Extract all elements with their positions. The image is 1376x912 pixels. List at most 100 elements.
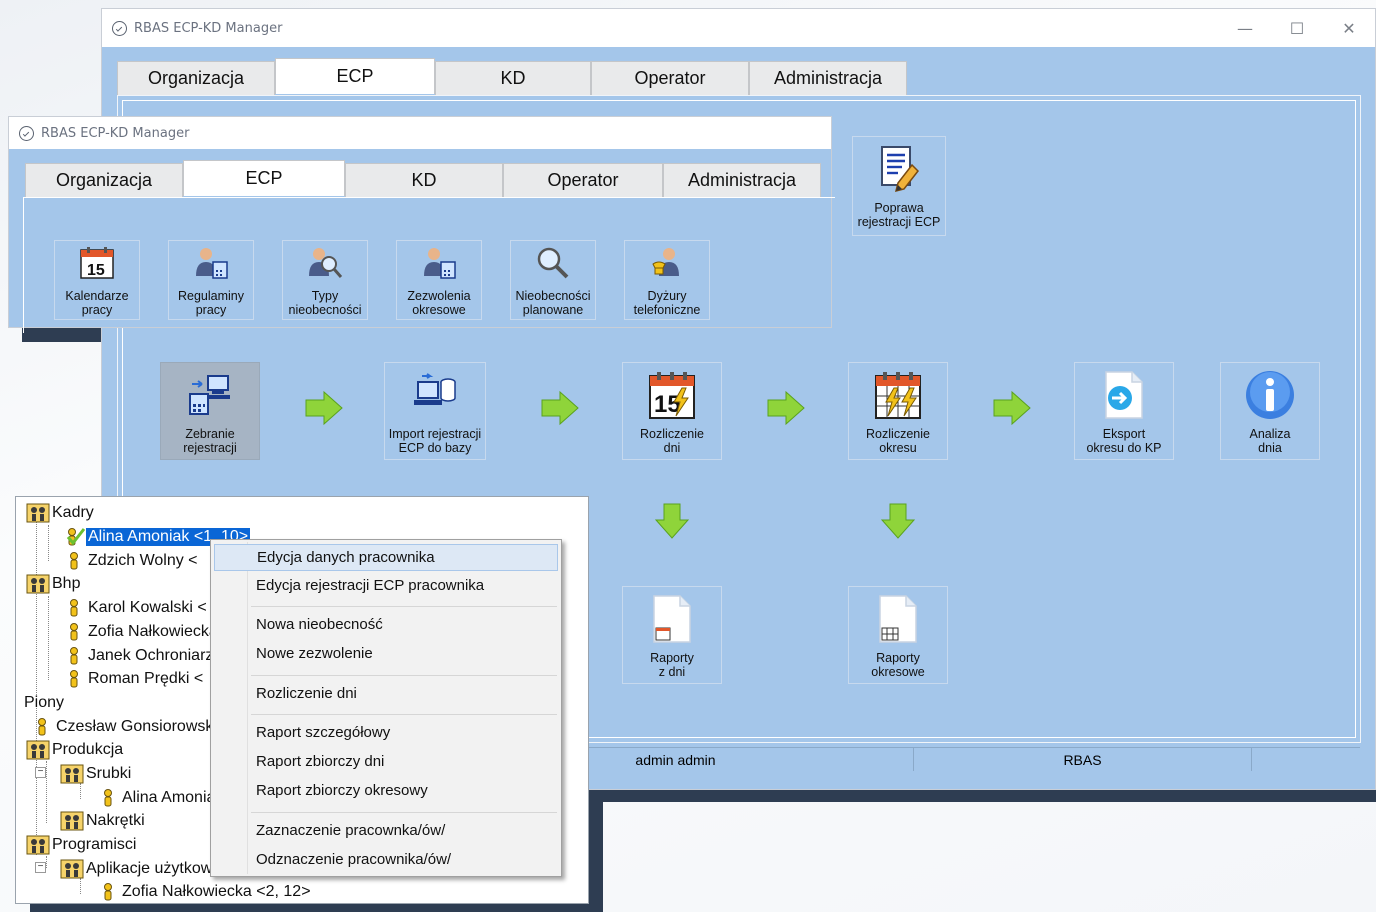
tree-node-group[interactable]: Kadry [26, 502, 96, 524]
person-icon [70, 623, 78, 641]
tree-node-person[interactable]: Zofia Nałkowiecka [62, 621, 220, 643]
tree-node-person[interactable]: Czesław Gonsiorowski [30, 716, 219, 738]
group-icon [60, 859, 84, 879]
tree-node-plain[interactable]: Piony [22, 692, 66, 714]
tree-node-group[interactable]: Produkcja [26, 739, 125, 761]
ecp-titlebar: RBAS ECP-KD Manager [9, 117, 831, 149]
tree-guide [48, 525, 49, 561]
tab-administracja[interactable]: Administracja [749, 61, 907, 95]
tab-kd[interactable]: KD [345, 163, 503, 197]
menu-item-detailed-report[interactable]: Raport szczegółowy [214, 719, 558, 746]
menu-item-select-employees[interactable]: Zaznaczenie pracownka/ów/ [214, 817, 558, 844]
planned-absences-tile[interactable]: Nieobecności planowane [510, 240, 596, 320]
period-reports-label: Raporty okresowe [871, 651, 925, 679]
work-rules-tile[interactable]: Regulaminy pracy [168, 240, 254, 320]
tree-guide [80, 878, 81, 894]
app-icon [112, 20, 127, 36]
analysis-label: Analiza dnia [1249, 427, 1291, 455]
arrow-right-icon [305, 390, 343, 426]
magnifier-icon [535, 245, 571, 281]
person-icon [104, 883, 112, 901]
collapse-toggle[interactable]: − [35, 767, 46, 778]
tab-ecp[interactable]: ECP [275, 58, 435, 94]
window-title: RBAS ECP-KD Manager [134, 20, 283, 36]
planned-absences-label: Nieobecności planowane [515, 289, 591, 317]
report-calendar-icon [650, 593, 694, 645]
app-icon [19, 125, 34, 141]
collect-label: Zebranie rejestracji [183, 427, 237, 455]
tree-node-person[interactable]: Roman Prędki < [62, 668, 205, 690]
absence-types-tile[interactable]: Typy nieobecności [282, 240, 368, 320]
correction-tile[interactable]: Poprawa rejestracji ECP [852, 136, 946, 236]
person-magnifier-icon [307, 245, 343, 281]
tab-operator[interactable]: Operator [503, 163, 663, 197]
maximize-button[interactable]: ☐ [1271, 19, 1323, 38]
menu-separator [251, 714, 557, 715]
menu-item-edit-employee[interactable]: Edycja danych pracownika [214, 544, 558, 571]
tree-node-label: Piony [24, 694, 65, 711]
tree-guide [46, 761, 47, 823]
tree-node-group[interactable]: Programisci [26, 834, 138, 856]
work-calendars-tile[interactable]: 15 Kalendarze pracy [54, 240, 140, 320]
person-icon [70, 670, 78, 688]
close-button[interactable]: ✕ [1323, 19, 1375, 38]
tree-node-label: Srubki [86, 765, 132, 782]
tree-node-group[interactable]: Aplikacje użytkowe [60, 858, 223, 880]
person-icon [104, 789, 112, 807]
period-permits-tile[interactable]: Zezwolenia okresowe [396, 240, 482, 320]
menu-item-deselect-employees[interactable]: Odznaczenie pracownika/ów/ [214, 846, 558, 873]
phone-duty-tile[interactable]: Dyżury telefoniczne [624, 240, 710, 320]
menu-item-day-summary-report[interactable]: Raport zbiorczy dni [214, 748, 558, 775]
tree-node-group[interactable]: Bhp [26, 573, 82, 595]
menu-item-settle-days[interactable]: Rozliczenie dni [214, 680, 558, 707]
tree-node-group[interactable]: Nakrętki [60, 810, 147, 832]
tree-node-person[interactable]: Janek Ochroniarz [62, 645, 215, 667]
document-pencil-icon [878, 143, 920, 195]
menu-item-new-absence[interactable]: Nowa nieobecność [214, 611, 558, 638]
arrow-right-icon [541, 390, 579, 426]
tree-node-person[interactable]: Karol Kowalski < [62, 597, 209, 619]
tree-node-label: Programisci [52, 836, 137, 853]
day-reports-tile[interactable]: Raporty z dni [622, 586, 722, 684]
menu-item-new-permit[interactable]: Nowe zezwolenie [214, 640, 558, 667]
tab-ecp[interactable]: ECP [183, 160, 345, 196]
person-calculator-icon [193, 245, 229, 281]
collapse-toggle[interactable]: − [35, 862, 46, 873]
period-settlement-tile[interactable]: Rozliczenie okresu [848, 362, 948, 460]
tree-node-label: Nakrętki [86, 812, 145, 829]
menu-item-edit-ecp[interactable]: Edycja rejestracji ECP pracownika [214, 572, 558, 599]
export-period-tile[interactable]: Eksport okresu do KP [1074, 362, 1174, 460]
computer-database-icon [412, 369, 458, 421]
menu-item-period-summary-report[interactable]: Raport zbiorczy okresowy [214, 777, 558, 804]
tab-organizacja[interactable]: Organizacja [117, 61, 275, 95]
group-icon [26, 574, 50, 594]
group-icon [60, 811, 84, 831]
minimize-button[interactable]: — [1219, 19, 1271, 38]
collect-registrations-tile[interactable]: Zebranie rejestracji [160, 362, 260, 460]
tree-node-label: Czesław Gonsiorowski [56, 718, 217, 735]
terminal-computer-icon [186, 369, 234, 421]
day-settlement-tile[interactable]: 15 Rozliczenie dni [622, 362, 722, 460]
tab-organizacja[interactable]: Organizacja [25, 163, 183, 197]
group-icon [26, 835, 50, 855]
tree-node-label: Zdzich Wolny < [88, 552, 198, 569]
calendar-grid-lightning-icon [874, 369, 922, 421]
import-registrations-tile[interactable]: Import rejestracji ECP do bazy [384, 362, 486, 460]
import-label: Import rejestracji ECP do bazy [388, 427, 482, 455]
context-menu: Edycja danych pracownika Edycja rejestra… [210, 539, 562, 877]
period-reports-tile[interactable]: Raporty okresowe [848, 586, 948, 684]
tree-node-group[interactable]: Srubki [60, 763, 133, 785]
tab-operator[interactable]: Operator [591, 61, 749, 95]
tab-kd[interactable]: KD [435, 61, 591, 95]
main-titlebar: RBAS ECP-KD Manager — ☐ ✕ [102, 9, 1375, 47]
ecp-client-area: Organizacja ECP KD Operator Administracj… [9, 149, 835, 333]
tree-node-person[interactable]: Zdzich Wolny < [62, 550, 200, 572]
person-icon [70, 552, 78, 570]
status-company: RBAS [914, 748, 1252, 771]
tree-node-person[interactable]: Alina Amoniak [96, 787, 225, 809]
work-rules-label: Regulaminy pracy [177, 289, 244, 317]
day-analysis-tile[interactable]: Analiza dnia [1220, 362, 1320, 460]
tree-node-person[interactable]: Zofia Nałkowiecka <2, 12> [96, 881, 313, 903]
tab-administracja[interactable]: Administracja [663, 163, 821, 197]
tree-node-label: Kadry [52, 504, 94, 521]
